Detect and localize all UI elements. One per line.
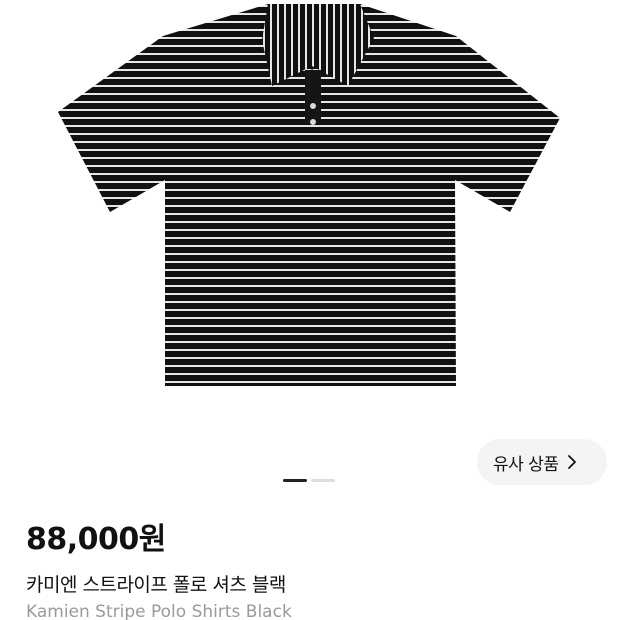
product-name-korean: 카미엔 스트라이프 폴로 셔츠 블랙 (26, 574, 286, 596)
carousel-dot-active[interactable] (283, 479, 307, 482)
product-name-english: Kamien Stripe Polo Shirts Black (26, 602, 292, 620)
shirt-button (310, 119, 316, 125)
chevron-right-icon (568, 455, 577, 469)
similar-products-button[interactable]: 유사 상품 (477, 439, 607, 485)
product-detail-page: 유사 상품 88,000원 카미엔 스트라이프 폴로 셔츠 블랙 Kamien … (0, 0, 620, 620)
similar-products-label: 유사 상품 (493, 454, 559, 475)
product-image[interactable] (0, 0, 620, 420)
carousel-indicator (283, 479, 335, 482)
shirt-button (310, 103, 316, 109)
carousel-dot[interactable] (311, 479, 335, 482)
product-price: 88,000원 (26, 522, 166, 557)
